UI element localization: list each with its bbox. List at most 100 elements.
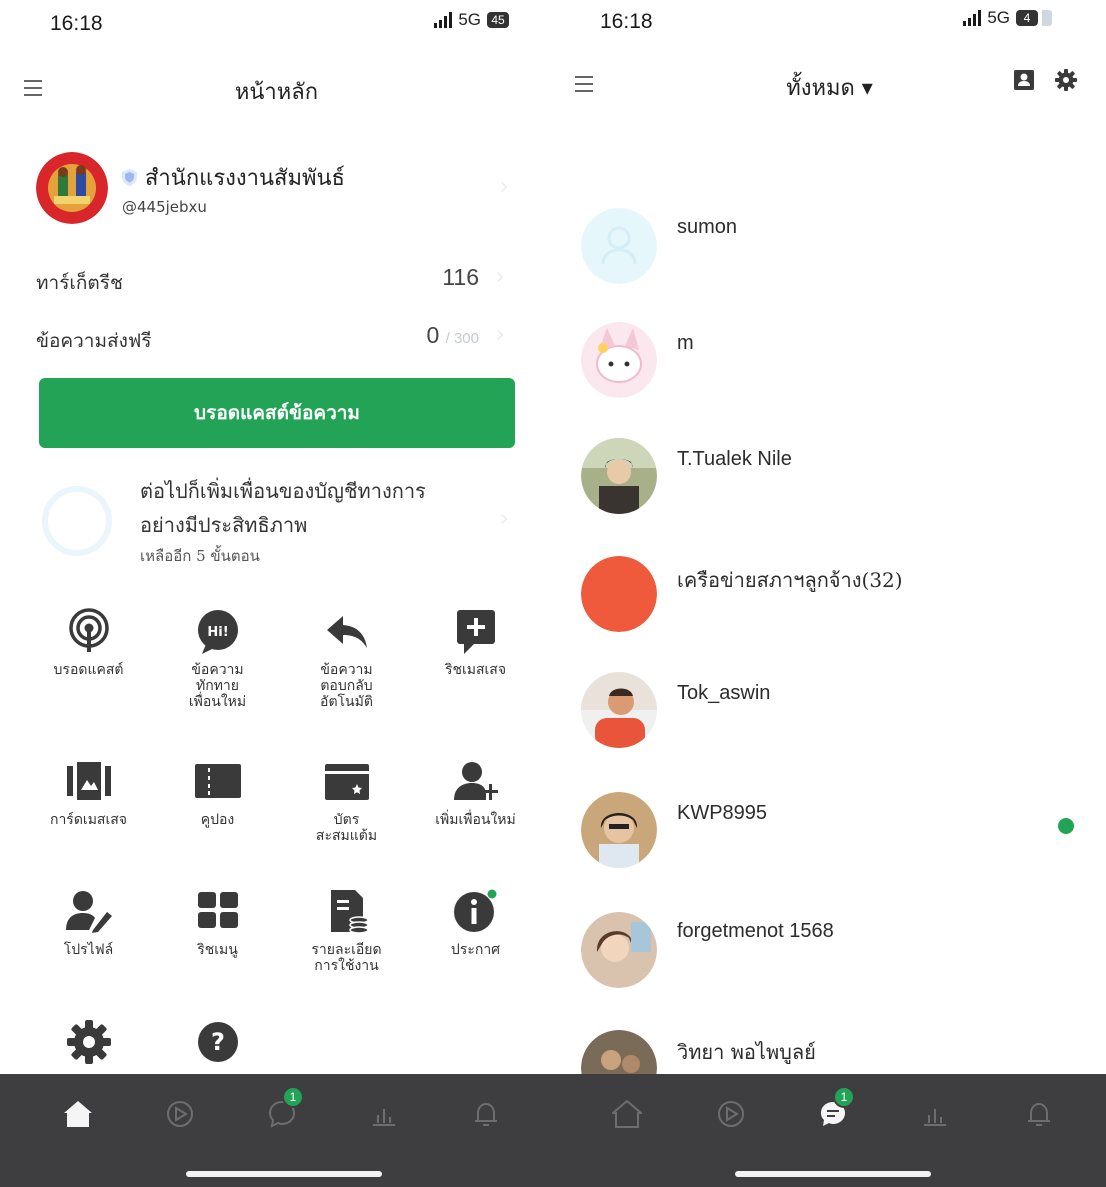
play-circle-icon — [718, 1101, 744, 1127]
bell-icon — [475, 1102, 497, 1126]
tab-chats[interactable]: 1 — [262, 1086, 304, 1134]
chat-list-item[interactable]: Tok_aswin — [581, 672, 1106, 772]
menu-tile-settings[interactable] — [24, 1018, 153, 1066]
menu-tile-greeting[interactable]: Hi! ข้อความ ทักทาย เพื่อนใหม่ — [153, 608, 282, 710]
menu-tile-card-message[interactable]: การ์ดเมสเสจ — [24, 758, 153, 828]
page-title: หน้าหลัก — [234, 80, 319, 105]
status-time: 16:18 — [50, 12, 103, 35]
bottom-tab-bar: 1 — [553, 1074, 1106, 1187]
bar-chart-icon — [373, 1109, 395, 1126]
chat-list-item[interactable]: KWP8995 — [581, 792, 1106, 892]
status-time: 16:18 — [600, 10, 653, 33]
menu-tile-announcement[interactable]: ประกาศ — [411, 888, 540, 958]
chat-avatar — [581, 556, 657, 632]
chat-avatar — [581, 208, 657, 284]
account-card[interactable]: สำนักแรงงานสัมพันธ์ @445jebxu › — [36, 152, 523, 232]
menu-label: คูปอง — [200, 812, 235, 828]
settings-icon[interactable] — [1054, 68, 1078, 92]
menu-tile-help[interactable]: ? — [153, 1018, 282, 1066]
menu-label: โปรไฟล์ — [63, 942, 114, 958]
right-screen-chats: 16:18 5G 4 ทั้งหมด ▾ sumon m T.Tualek Ni… — [553, 0, 1106, 1187]
usage-details-icon — [330, 890, 369, 934]
account-name: สำนักแรงงานสัมพันธ์ — [145, 166, 345, 191]
bar-chart-icon — [924, 1109, 946, 1126]
network-label: 5G — [458, 10, 481, 29]
chat-list-item[interactable]: เครือข่ายสภาฯลูกจ้าง(32) — [581, 556, 1106, 656]
progress-ring — [42, 486, 112, 556]
chat-name: sumon — [677, 216, 738, 238]
onboarding-title: ต่อไปก็เพิ่มเพื่อนของบัญชีทางการอย่างมีป… — [140, 479, 426, 537]
auto-reply-icon — [326, 616, 367, 648]
target-reach-row[interactable]: ทาร์เก็ตรีช 116 › — [36, 262, 509, 302]
target-reach-label: ทาร์เก็ตรีช — [36, 272, 123, 294]
play-circle-icon — [167, 1101, 193, 1127]
free-messages-max: / 300 — [445, 330, 479, 347]
free-messages-label: ข้อความส่งฟรี — [36, 330, 152, 352]
menu-tile-auto-reply[interactable]: ข้อความ ตอบกลับ อัตโนมัติ — [282, 608, 411, 710]
menu-label: ริชเมนู — [197, 942, 238, 958]
chevron-right-icon: › — [495, 320, 505, 348]
signal-icon — [963, 10, 982, 26]
tab-timeline[interactable] — [711, 1094, 751, 1134]
menu-tile-coupon[interactable]: คูปอง — [153, 758, 282, 828]
chat-badge: 1 — [282, 1086, 304, 1108]
home-icon — [64, 1101, 92, 1127]
chat-name: เครือข่ายสภาฯลูกจ้าง(32) — [677, 568, 903, 592]
top-nav: ทั้งหมด ▾ — [553, 54, 1106, 114]
home-icon — [612, 1100, 642, 1128]
menu-tile-rich-message[interactable]: ริชเมสเสจ — [411, 608, 540, 678]
chat-list-item[interactable]: m — [581, 322, 1106, 422]
chat-name: วิทยา พอไพบูลย์ — [677, 1040, 816, 1064]
broadcast-message-button[interactable]: บรอดแคสต์ข้อความ — [39, 378, 515, 448]
chat-list-item[interactable]: forgetmenot 1568 — [581, 912, 1106, 1012]
menu-tile-add-friend[interactable]: เพิ่มเพื่อนใหม่ — [411, 758, 540, 828]
network-label: 5G — [987, 8, 1010, 27]
rich-menu-icon — [197, 892, 238, 928]
chat-avatar — [581, 672, 657, 748]
unread-indicator — [1058, 818, 1074, 834]
chat-name: T.Tualek Nile — [677, 448, 792, 470]
chat-list-item[interactable]: sumon — [581, 208, 1106, 308]
free-messages-row[interactable]: ข้อความส่งฟรี 0 / 300 › — [36, 320, 509, 360]
tab-notifications[interactable] — [1019, 1094, 1059, 1134]
tab-home[interactable] — [58, 1094, 98, 1134]
target-reach-value: 116 — [442, 264, 479, 290]
menu-tile-rich-menu[interactable]: ริชเมนู — [153, 888, 282, 958]
reward-card-icon — [324, 764, 369, 800]
tab-insights[interactable] — [364, 1094, 404, 1134]
chat-avatar — [581, 912, 657, 988]
chat-list-item[interactable]: T.Tualek Nile — [581, 438, 1106, 538]
onboarding-card[interactable]: ต่อไปก็เพิ่มเพื่อนของบัญชีทางการอย่างมีป… — [36, 470, 523, 580]
svg-text:Hi!: Hi! — [207, 625, 228, 640]
menu-tile-reward-card[interactable]: บัตร สะสมแต้ม — [282, 758, 411, 844]
menu-label: ข้อความ ทักทาย เพื่อนใหม่ — [188, 662, 247, 710]
chat-avatar — [581, 322, 657, 398]
menu-label: ประกาศ — [450, 942, 501, 958]
tab-home[interactable] — [607, 1094, 647, 1134]
nav-actions — [1012, 68, 1078, 92]
tab-insights[interactable] — [915, 1094, 955, 1134]
left-screen-home: 16:18 5G 45 หน้าหลัก สำนักแรงงานสัมพันธ์… — [0, 0, 553, 1187]
bottom-tab-bar: 1 — [0, 1074, 553, 1187]
account-id: @445jebxu — [122, 198, 207, 216]
bell-icon — [1028, 1102, 1050, 1126]
chat-name: Tok_aswin — [677, 682, 771, 704]
tab-timeline[interactable] — [160, 1094, 200, 1134]
free-messages-value-group: 0 / 300 — [426, 322, 479, 349]
chat-avatar — [581, 792, 657, 868]
menu-tile-broadcast[interactable]: บรอดแคสต์ — [24, 608, 153, 678]
menu-tile-profile[interactable]: โปรไฟล์ — [24, 888, 153, 958]
tab-chats[interactable]: 1 — [813, 1086, 855, 1134]
tab-notifications[interactable] — [466, 1094, 506, 1134]
contacts-icon[interactable] — [1012, 68, 1036, 92]
chat-badge: 1 — [833, 1086, 855, 1108]
menu-label: การ์ดเมสเสจ — [49, 812, 128, 828]
help-icon: ? — [197, 1022, 238, 1062]
greeting-message-icon: Hi! — [197, 610, 238, 654]
onboarding-steps-left: เหลืออีก 5 ขั้นตอน — [140, 547, 260, 565]
chevron-right-icon: › — [499, 172, 509, 200]
coupon-icon — [194, 764, 241, 798]
card-message-icon — [66, 762, 111, 800]
announcement-icon — [453, 889, 496, 932]
menu-tile-usage-details[interactable]: รายละเอียด การใช้งาน — [282, 888, 411, 974]
